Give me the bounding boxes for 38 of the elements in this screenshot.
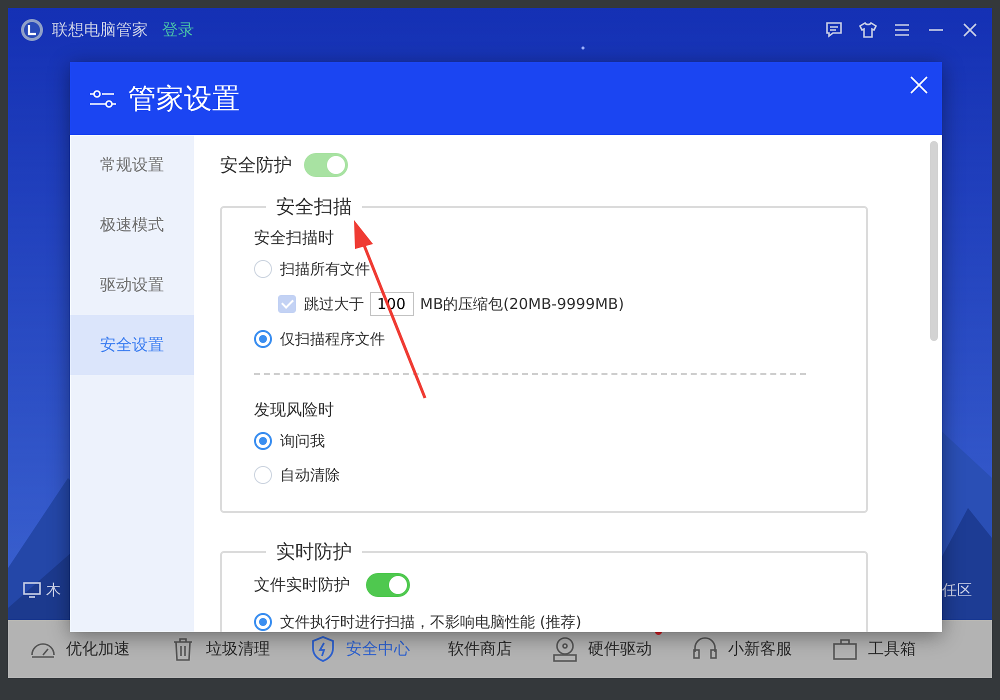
section-label: 发现风险时	[254, 398, 335, 420]
option-label: 扫描所有文件	[280, 260, 370, 278]
nav-tab[interactable]: 小新客服	[728, 638, 792, 660]
close-icon[interactable]	[910, 76, 928, 94]
radio-button[interactable]	[254, 330, 272, 348]
nav-tab[interactable]: 工具箱	[868, 638, 916, 660]
group-title: 安全扫描	[275, 195, 353, 220]
shirt-icon[interactable]	[858, 20, 878, 40]
login-link[interactable]: 登录	[162, 20, 194, 40]
monitor-icon	[22, 580, 42, 600]
option-label: 仅扫描程序文件	[280, 330, 385, 348]
setting-label: 文件实时防护	[254, 574, 350, 596]
feature-label[interactable]: 任区	[942, 580, 972, 600]
feature-label[interactable]: 木	[46, 580, 61, 600]
sidebar-item[interactable]: 驱动设置	[70, 255, 194, 315]
option-label: 询问我	[280, 432, 325, 450]
section-label: 安全扫描时	[254, 226, 335, 248]
app-title: 联想电脑管家	[52, 20, 148, 40]
logo-icon	[20, 18, 44, 42]
group-title: 实时防护	[275, 540, 353, 565]
sidebar-item[interactable]: 常规设置	[70, 135, 194, 195]
option-label: 自动清除	[280, 466, 340, 484]
sidebar-item[interactable]: 极速模式	[70, 195, 194, 255]
feedback-icon[interactable]	[824, 20, 844, 40]
nav-tab[interactable]: 垃圾清理	[206, 638, 270, 660]
nav-tab[interactable]: 软件商店	[448, 638, 512, 660]
setting-label: 安全防护	[220, 154, 292, 177]
option-label: MB的压缩包(20MB-9999MB)	[420, 294, 624, 314]
option-label: 文件执行时进行扫描，不影响电脑性能 (推荐)	[280, 612, 582, 632]
radio-button[interactable]	[254, 613, 272, 631]
dialog-title: 管家设置	[128, 80, 240, 116]
toggle-switch[interactable]	[366, 573, 410, 597]
radio-button[interactable]	[254, 432, 272, 450]
option-label: 跳过大于	[304, 294, 364, 314]
disk-icon[interactable]	[550, 634, 580, 664]
nav-tab[interactable]: 硬件驱动	[588, 638, 652, 660]
nav-tab[interactable]: 优化加速	[66, 638, 130, 660]
scrollbar-thumb[interactable]	[930, 141, 938, 341]
